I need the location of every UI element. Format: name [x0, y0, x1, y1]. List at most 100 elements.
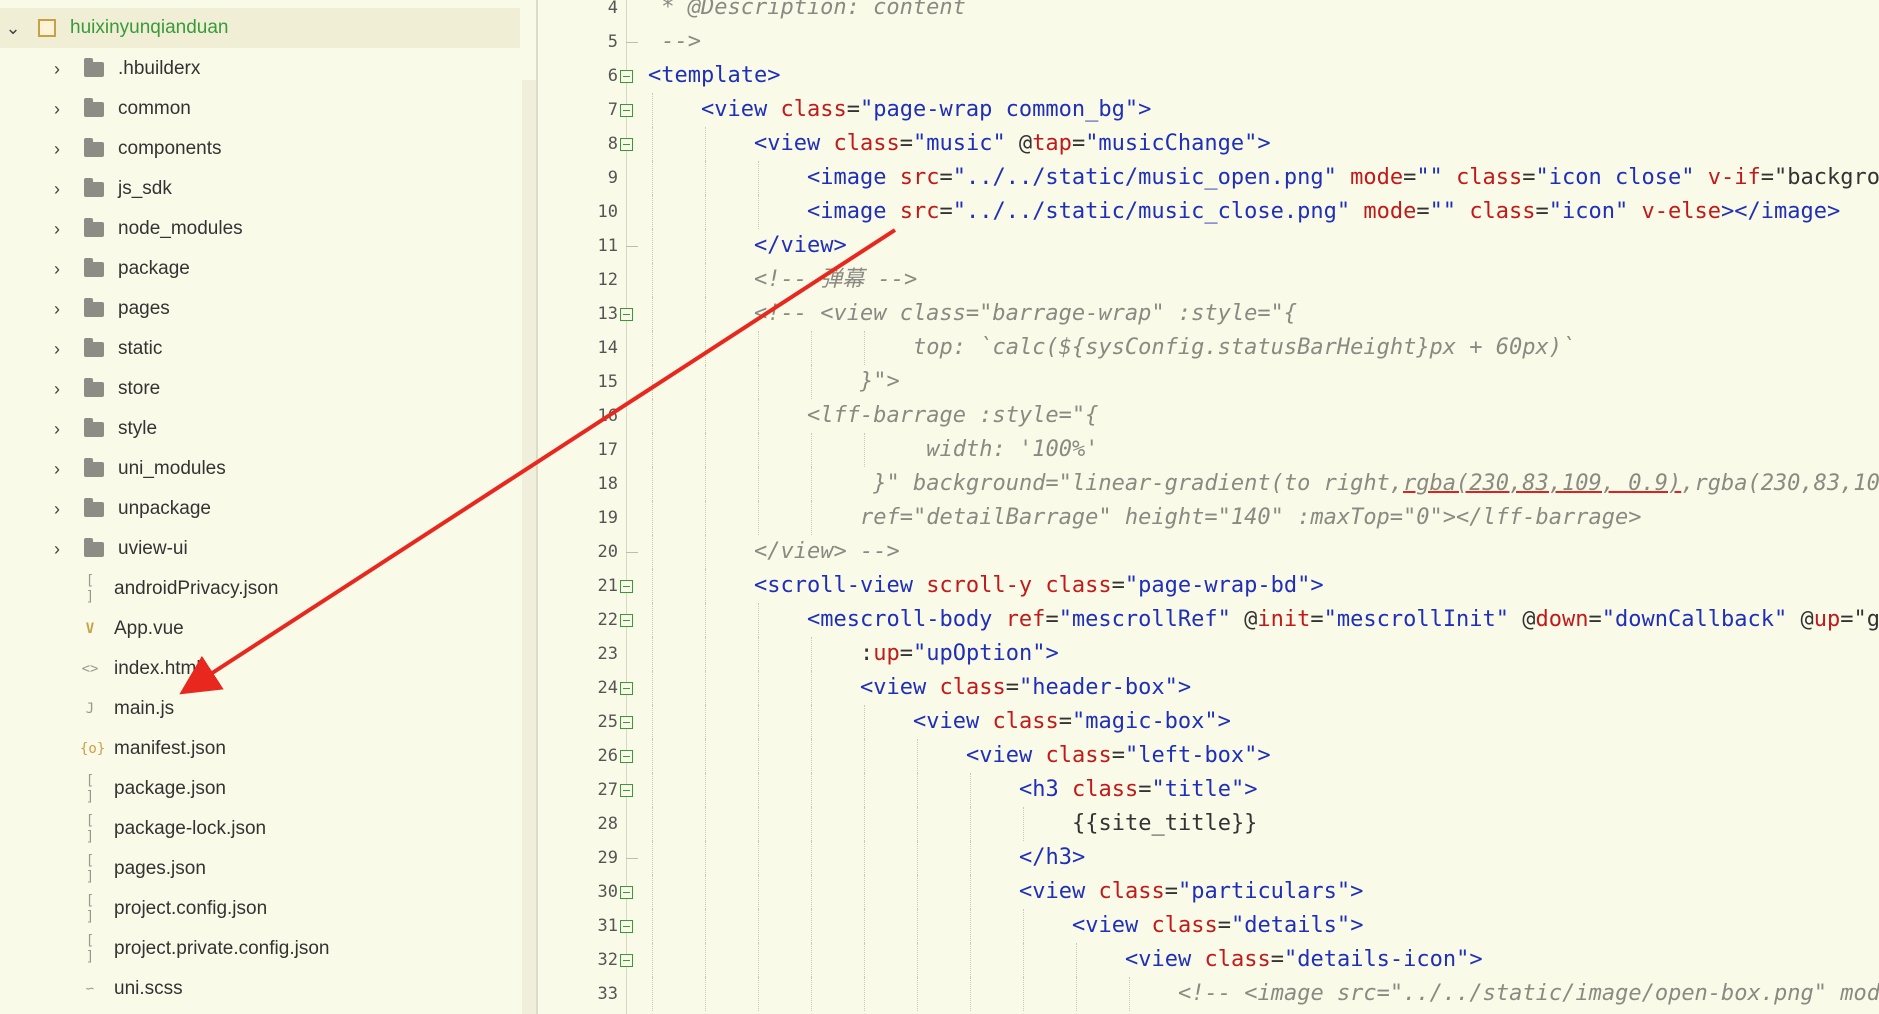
folder-item[interactable]: › .hbuilderx — [0, 49, 520, 89]
fold-toggle-icon[interactable] — [620, 954, 633, 967]
chevron-right-icon[interactable]: › — [46, 499, 68, 520]
code-line[interactable]: {{site_title}} — [1072, 807, 1257, 841]
code-line[interactable]: <!-- 弹幕 --> — [754, 263, 917, 297]
code-line[interactable]: <scroll-view scroll-y class="page-wrap-b… — [754, 569, 1324, 603]
file-item[interactable]: {o} manifest.json — [0, 729, 520, 769]
code-line[interactable]: --> — [648, 25, 701, 59]
chevron-right-icon[interactable]: › — [46, 139, 68, 160]
file-item[interactable]: [ ] project.config.json — [0, 889, 520, 929]
fold-toggle-icon[interactable] — [620, 920, 633, 933]
fold-toggle-icon[interactable] — [620, 716, 633, 729]
code-line[interactable]: <view class="details"> — [1072, 909, 1363, 943]
folder-item[interactable]: › pages — [0, 289, 520, 329]
folder-item[interactable]: › static — [0, 329, 520, 369]
chevron-right-icon[interactable]: › — [46, 419, 68, 440]
fold-toggle-icon[interactable] — [620, 614, 633, 627]
file-item[interactable]: Jmain.js — [0, 689, 520, 729]
fold-toggle-icon[interactable] — [620, 70, 633, 83]
fold-toggle-icon[interactable] — [620, 886, 633, 899]
code-token: = — [1217, 913, 1231, 938]
code-line[interactable]: </h3> — [1019, 841, 1085, 875]
code-line[interactable]: <view class="particulars"> — [1019, 875, 1363, 909]
code-editor[interactable]: 4 * @Description: content 5 --> 6 <template… — [538, 0, 1879, 1014]
chevron-right-icon[interactable]: › — [46, 259, 68, 280]
code-line[interactable]: top: `calc(${sysConfig.statusBarHeight}p… — [913, 331, 1575, 365]
folder-item[interactable]: › store — [0, 369, 520, 409]
fold-toggle-icon[interactable] — [620, 104, 633, 117]
code-token: "../../static/music_open.png" — [952, 165, 1337, 190]
code-line[interactable]: <mescroll-body ref="mescrollRef" @init="… — [807, 603, 1879, 637]
code-token: {{site_title}} — [1072, 811, 1258, 836]
code-line[interactable]: ref="detailBarrage" height="140" :maxTop… — [860, 501, 1641, 535]
chevron-right-icon[interactable]: › — [46, 459, 68, 480]
code-token: > — [1177, 675, 1192, 700]
code-line[interactable]: </view> --> — [754, 535, 900, 569]
code-token: "mescrollInit" — [1323, 607, 1510, 632]
file-item[interactable]: [ ] pages.json — [0, 849, 520, 889]
file-item[interactable]: V App.vue — [0, 609, 520, 649]
folder-item[interactable]: › js_sdk — [0, 169, 520, 209]
code-line[interactable]: <lff-barrage :style="{ — [807, 399, 1098, 433]
code-token: ></image> — [1721, 199, 1841, 224]
line-number: 7 — [607, 100, 618, 120]
folder-item[interactable]: › components — [0, 129, 520, 169]
file-item[interactable]: [ ] androidPrivacy.json — [0, 569, 520, 609]
folder-item[interactable]: › node_modules — [0, 209, 520, 249]
fold-toggle-icon[interactable] — [620, 750, 633, 763]
file-item[interactable]: <> index.html — [0, 649, 520, 689]
folder-item[interactable]: › package — [0, 249, 520, 289]
code-line[interactable]: <view class="music" @tap="musicChange"> — [754, 127, 1271, 161]
chevron-right-icon[interactable]: › — [46, 339, 68, 360]
fold-toggle-icon[interactable] — [620, 580, 633, 593]
fold-toggle-icon[interactable] — [620, 138, 633, 151]
chevron-right-icon[interactable]: › — [46, 219, 68, 240]
code-line[interactable]: </view> — [754, 229, 847, 263]
indent-guide — [758, 671, 759, 705]
folder-item[interactable]: › unpackage — [0, 489, 520, 529]
code-line[interactable]: <image src="../../static/music_close.png… — [807, 195, 1840, 229]
file-item[interactable]: [ ] package.json — [0, 769, 520, 809]
code-line[interactable]: <view class="left-box"> — [966, 739, 1271, 773]
fold-toggle-icon[interactable] — [620, 682, 633, 695]
code-line[interactable]: <view class="header-box"> — [860, 671, 1191, 705]
chevron-right-icon[interactable]: › — [46, 179, 68, 200]
folder-item[interactable]: › uni_modules — [0, 449, 520, 489]
code-line[interactable]: <!-- <view class="barrage-wrap" :style="… — [754, 297, 1297, 331]
folder-item[interactable]: › uview-ui — [0, 529, 520, 569]
folder-item[interactable]: › style — [0, 409, 520, 449]
tree-item-label: static — [118, 338, 163, 359]
chevron-right-icon[interactable]: › — [46, 539, 68, 560]
chevron-right-icon[interactable]: › — [46, 99, 68, 120]
indent-guide — [652, 569, 653, 603]
code-line[interactable]: <view class="details-icon"> — [1125, 943, 1483, 977]
chevron-right-icon[interactable]: › — [46, 59, 68, 80]
code-line[interactable]: <template> — [648, 59, 780, 93]
file-item[interactable]: [ ] package-lock.json — [0, 809, 520, 849]
code-line[interactable]: }"> — [860, 365, 900, 399]
code-line[interactable]: <image src="../../static/music_open.png"… — [807, 161, 1879, 195]
code-line[interactable]: :up="upOption"> — [860, 637, 1059, 671]
indent-guide — [1129, 977, 1130, 1011]
explorer-scrollbar[interactable] — [522, 80, 536, 1014]
code-token: = — [939, 199, 953, 224]
folder-item[interactable]: › common — [0, 89, 520, 129]
code-token: class — [1098, 879, 1165, 904]
code-line[interactable]: <!-- <image src="../../static/image/open… — [1178, 977, 1879, 1011]
code-line[interactable]: <view class="page-wrap common_bg"> — [701, 93, 1151, 127]
chevron-right-icon[interactable]: › — [46, 379, 68, 400]
fold-toggle-icon[interactable] — [620, 784, 633, 797]
code-line[interactable]: <view class="magic-box"> — [913, 705, 1231, 739]
indent-guide — [652, 93, 653, 127]
code-line[interactable]: width: '100%' — [913, 433, 1098, 467]
folder-icon — [84, 417, 104, 437]
code-line[interactable]: <h3 class="title"> — [1019, 773, 1257, 807]
code-line[interactable]: }" background="linear-gradient(to right,… — [860, 467, 1879, 501]
chevron-down-icon[interactable]: ⌄ — [2, 18, 24, 39]
file-item[interactable]: [ ] project.private.config.json — [0, 929, 520, 969]
project-root[interactable]: ⌄ huixinyunqianduan — [0, 8, 520, 48]
code-token: class — [1469, 199, 1536, 224]
chevron-right-icon[interactable]: › — [46, 299, 68, 320]
fold-toggle-icon[interactable] — [620, 308, 633, 321]
file-item[interactable]: ∽ uni.scss — [0, 969, 520, 1009]
code-line[interactable]: * @Description: content — [648, 0, 966, 25]
